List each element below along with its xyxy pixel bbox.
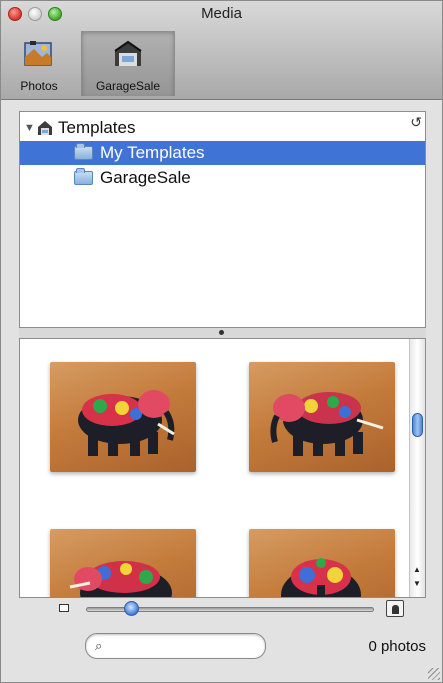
source-item-garagesale-label: GarageSale [100,168,191,187]
toolbar-photos-button[interactable]: Photos [3,31,75,96]
photos-icon [24,41,52,66]
garagesale-icon [114,40,142,66]
photo-thumbnail[interactable] [249,362,395,472]
small-thumbnail-icon[interactable] [59,604,69,612]
folder-icon [74,168,93,185]
source-item-templates[interactable]: ▼ Templates [20,116,425,140]
source-item-templates-label: Templates [58,118,136,137]
refresh-icon[interactable]: ↺ [410,114,422,131]
search-icon: ⌕ [95,638,103,653]
toolbar-photos-label: Photos [20,79,58,93]
source-item-garagesale[interactable]: GarageSale [20,166,425,190]
elephant-photo-icon [78,390,175,456]
media-browser: ▲ ▼ [19,338,426,598]
divider-handle-icon[interactable] [219,330,224,335]
window-title: Media [201,5,242,22]
folder-icon [74,143,93,160]
source-item-my-templates[interactable]: My Templates [20,141,425,165]
elephant-photo-icon [281,558,361,597]
split-view-divider[interactable] [19,328,426,338]
scroll-down-arrow-icon[interactable]: ▼ [413,579,421,588]
elephant-photo-icon [270,392,384,456]
vertical-scrollbar[interactable]: ▲ ▼ [409,339,425,597]
search-field[interactable]: ⌕ [85,633,266,659]
media-window: Media Photos GarageSale ▼ Templates ↺ My… [0,0,443,683]
scroll-up-arrow-icon[interactable]: ▲ [413,565,421,574]
disclosure-triangle-icon[interactable]: ▼ [24,122,35,134]
photo-thumbnail[interactable] [249,529,395,597]
search-input[interactable] [114,637,258,655]
photo-thumbnail[interactable] [50,362,196,472]
title-toolbar: Media Photos GarageSale [1,1,442,100]
resize-grip-icon[interactable] [428,668,440,680]
photo-thumbnail[interactable] [50,529,196,597]
photo-count: 0 photos [368,638,426,655]
elephant-photo-icon [69,561,172,597]
large-thumbnail-icon[interactable] [386,600,404,617]
toolbar-garagesale-button[interactable]: GarageSale [81,31,175,96]
thumbnail-size-slider-knob[interactable] [124,601,139,616]
scrollbar-thumb[interactable] [412,413,423,437]
templates-icon [38,121,52,135]
source-list: ▼ Templates ↺ My Templates GarageSale [19,111,426,328]
toolbar-garagesale-label: GarageSale [95,79,161,93]
source-item-my-templates-label: My Templates [100,143,205,162]
